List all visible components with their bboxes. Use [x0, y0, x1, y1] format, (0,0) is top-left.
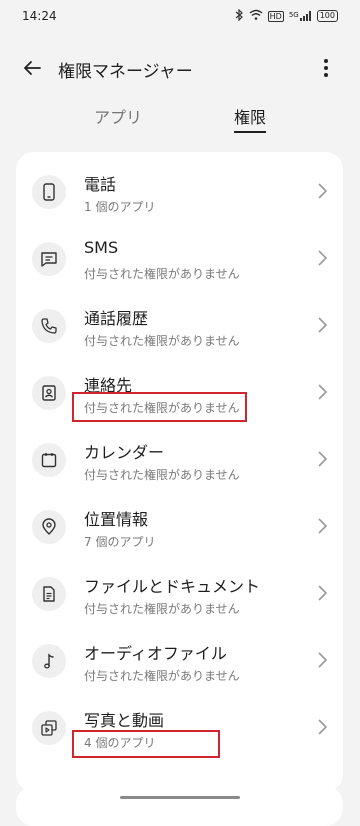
tab-permissions[interactable]: 権限: [234, 104, 266, 128]
wifi-icon: [249, 9, 263, 23]
cellular-signal-icon: 5G: [289, 11, 312, 21]
permission-item-audio[interactable]: オーディオファイル 付与された権限がありません: [16, 627, 343, 694]
permission-title: 通話履歴: [84, 309, 149, 328]
photos-videos-icon: [32, 711, 66, 745]
calendar-icon: [32, 443, 66, 477]
permission-subtitle: 4 個のアプリ: [84, 736, 156, 750]
permission-item-phone[interactable]: 電話 1 個のアプリ: [16, 158, 343, 225]
permission-title: SMS: [84, 238, 119, 257]
music-note-icon: [32, 644, 66, 678]
chevron-right-icon: [316, 383, 328, 401]
status-time: 14:24: [22, 9, 57, 23]
phone-device-icon: [32, 175, 66, 209]
permission-subtitle: 付与された権限がありません: [84, 602, 240, 616]
permission-item-photos-videos[interactable]: 写真と動画 4 個のアプリ: [16, 694, 343, 761]
call-log-icon: [32, 309, 66, 343]
permission-item-calendar[interactable]: カレンダー 付与された権限がありません: [16, 426, 343, 493]
permission-item-files[interactable]: ファイルとドキュメント 付与された権限がありません: [16, 560, 343, 627]
permission-subtitle: 7 個のアプリ: [84, 535, 156, 549]
permission-item-sms[interactable]: SMS 付与された権限がありません: [16, 225, 343, 292]
permission-item-call-log[interactable]: 通話履歴 付与された権限がありません: [16, 292, 343, 359]
chevron-right-icon: [316, 517, 328, 535]
permission-title: 連絡先: [84, 376, 133, 395]
sms-icon: [32, 242, 66, 276]
signal-label: 5G: [288, 11, 299, 19]
chevron-right-icon: [316, 450, 328, 468]
battery-icon: 100: [316, 10, 338, 22]
location-icon: [32, 510, 66, 544]
next-card: [16, 786, 343, 826]
battery-level: 100: [319, 11, 335, 20]
tab-apps[interactable]: アプリ: [94, 104, 142, 128]
chevron-right-icon: [316, 584, 328, 602]
hd-icon: HD: [267, 10, 284, 22]
back-arrow-icon[interactable]: [20, 56, 44, 80]
permission-title: カレンダー: [84, 443, 165, 462]
permission-subtitle: 付与された権限がありません: [84, 401, 240, 415]
document-icon: [32, 577, 66, 611]
tab-bar: アプリ 権限: [0, 100, 360, 136]
permission-subtitle: 1 個のアプリ: [84, 200, 156, 214]
chevron-right-icon: [316, 718, 328, 736]
chevron-right-icon: [316, 651, 328, 669]
permission-subtitle: 付与された権限がありません: [84, 669, 240, 683]
permission-item-contacts[interactable]: 連絡先 付与された権限がありません: [16, 359, 343, 426]
permission-title: 写真と動画: [84, 711, 165, 730]
permission-subtitle: 付与された権限がありません: [84, 267, 240, 281]
permission-item-location[interactable]: 位置情報 7 個のアプリ: [16, 493, 343, 560]
tab-indicator: [234, 131, 266, 133]
status-icons: HD 5G 100: [234, 8, 338, 24]
app-bar: 権限マネージャー: [0, 50, 360, 86]
home-indicator[interactable]: [120, 796, 240, 799]
permission-title: オーディオファイル: [84, 644, 227, 663]
bluetooth-icon: [234, 8, 244, 24]
permission-subtitle: 付与された権限がありません: [84, 334, 240, 348]
permissions-card: 電話 1 個のアプリ SMS 付与された権限がありません 通話履歴 付与された権…: [16, 152, 343, 792]
permission-title: ファイルとドキュメント: [84, 577, 261, 596]
status-bar: 14:24 HD 5G 100: [0, 0, 360, 32]
more-options-icon[interactable]: [316, 56, 336, 80]
permission-subtitle: 付与された権限がありません: [84, 468, 240, 482]
page-title: 権限マネージャー: [58, 62, 193, 82]
chevron-right-icon: [316, 182, 328, 200]
contacts-icon: [32, 376, 66, 410]
chevron-right-icon: [316, 316, 328, 334]
chevron-right-icon: [316, 249, 328, 267]
permission-title: 位置情報: [84, 510, 149, 529]
permission-title: 電話: [84, 175, 117, 194]
